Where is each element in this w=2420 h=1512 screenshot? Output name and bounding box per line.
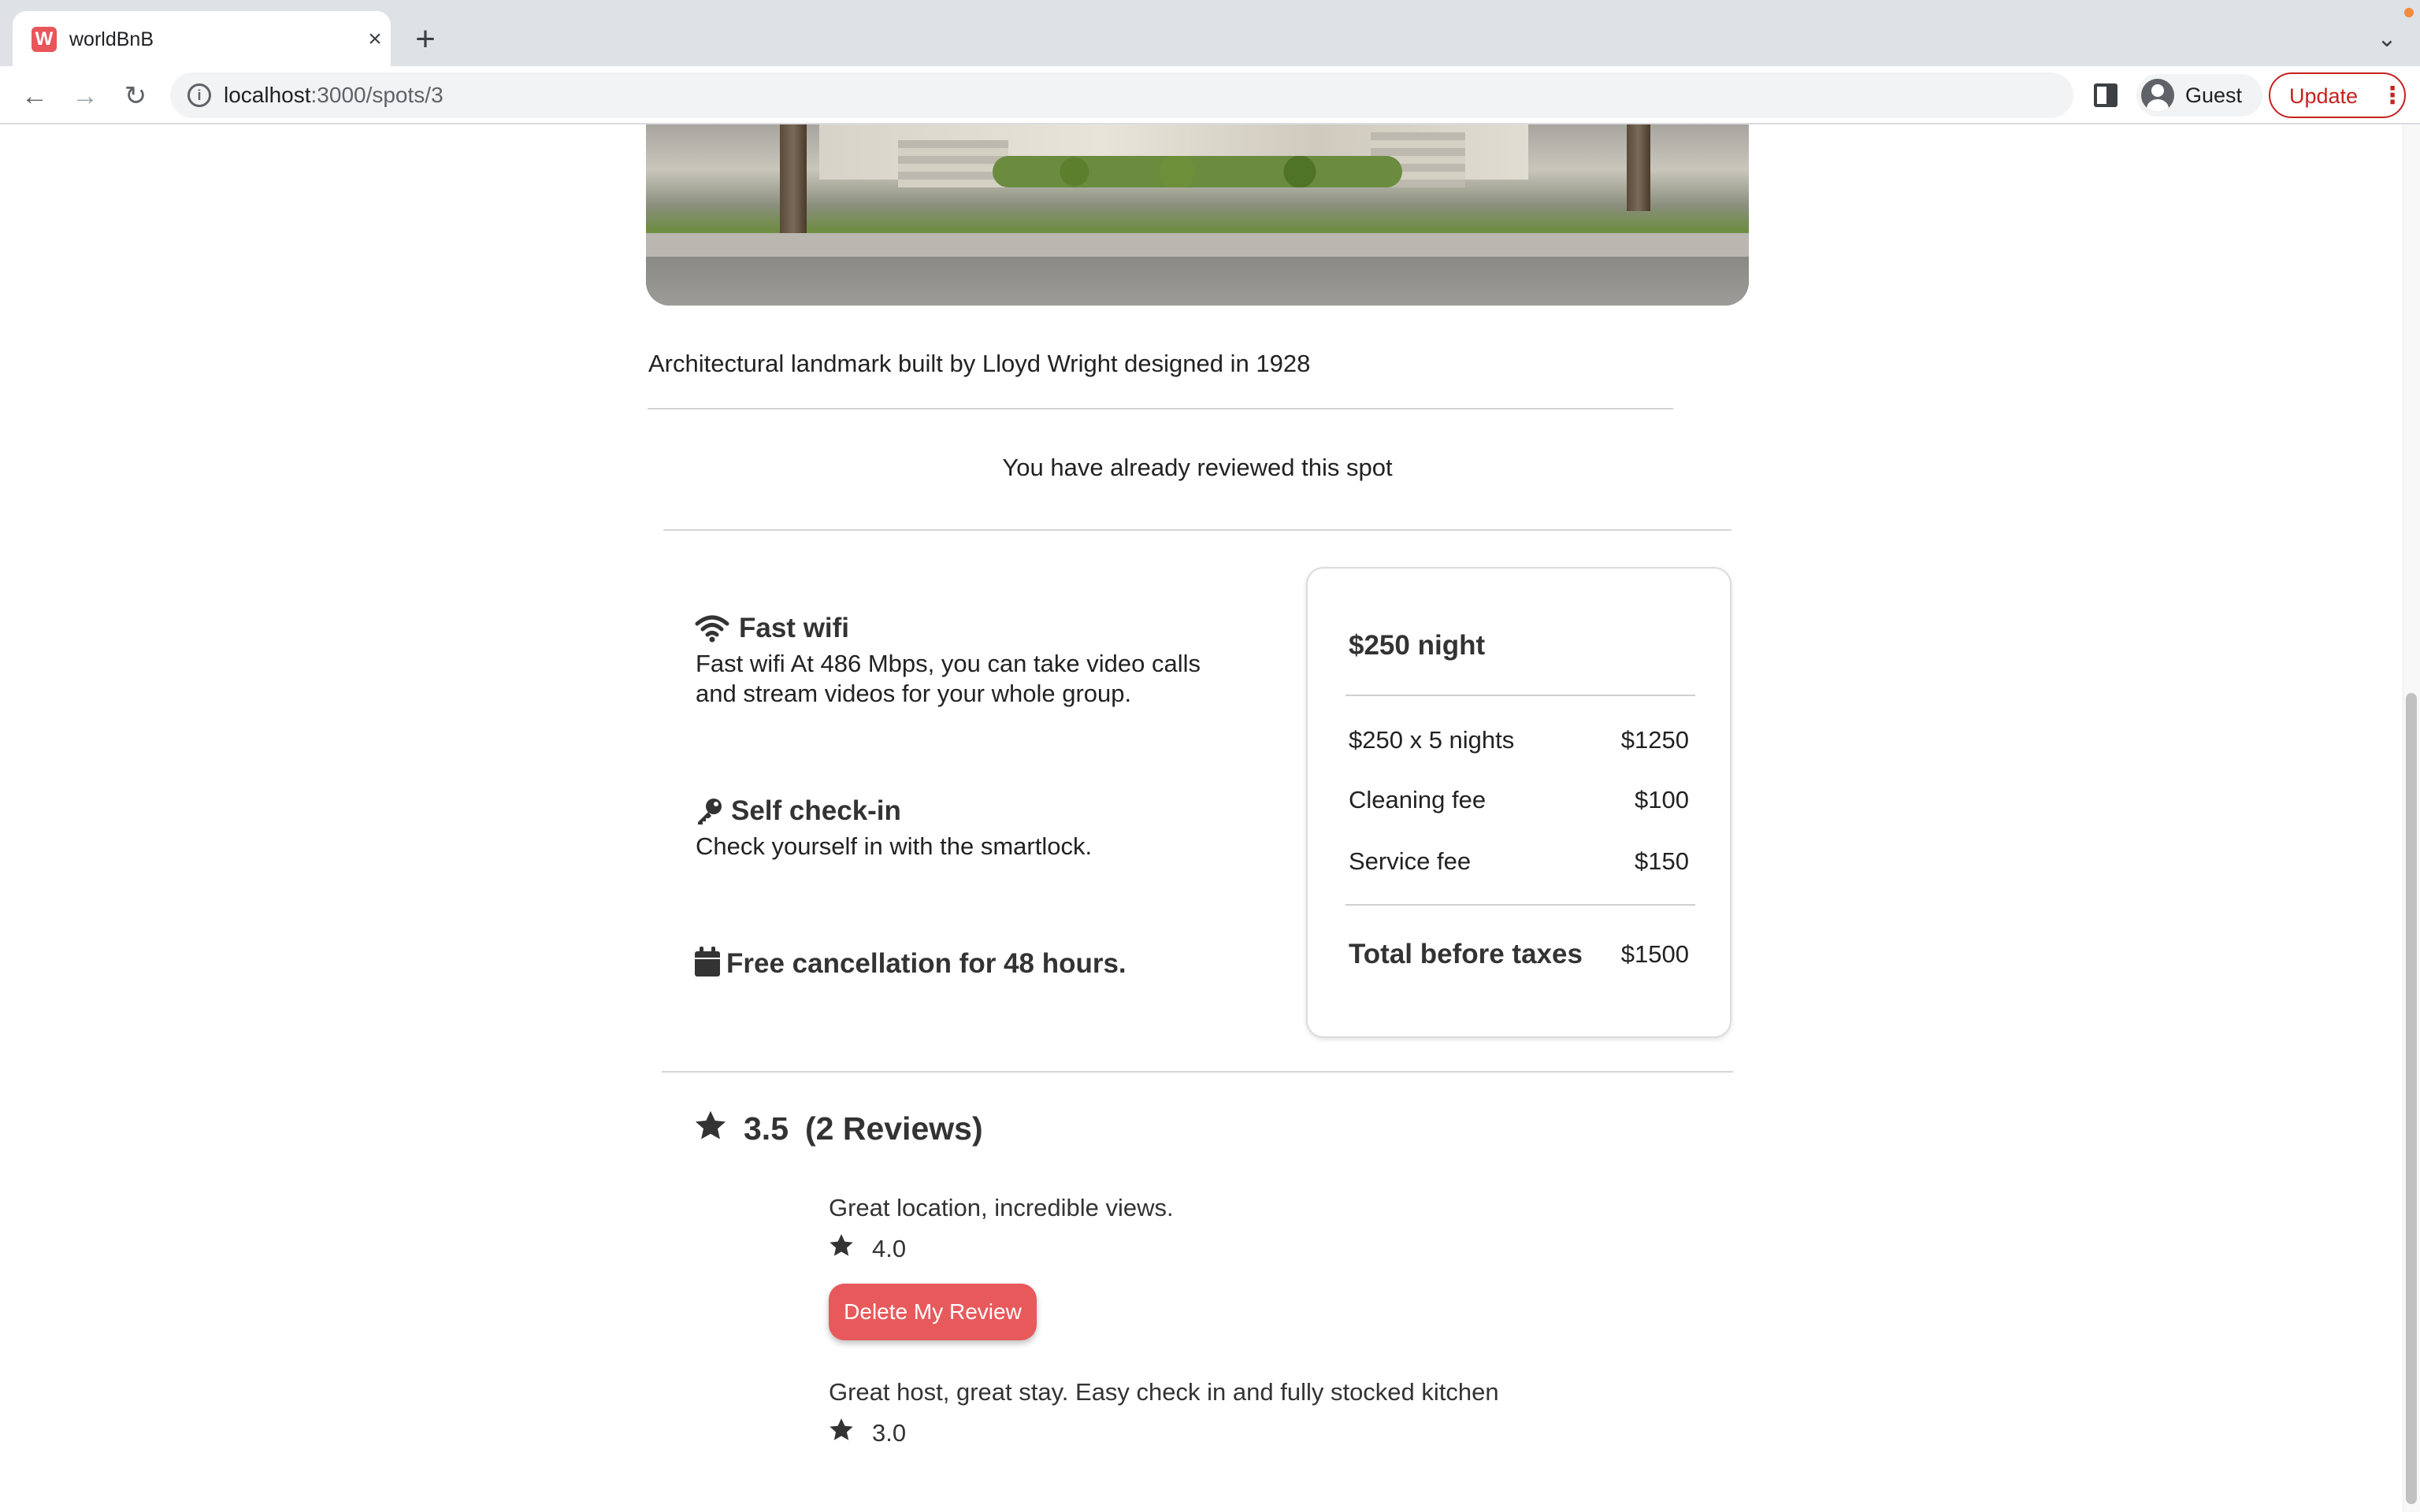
already-reviewed-message: You have already reviewed this spot xyxy=(1002,454,1393,481)
photo-hedge xyxy=(993,156,1402,187)
scrollbar-thumb[interactable] xyxy=(2406,693,2417,1504)
wifi-icon xyxy=(695,615,729,643)
price-per-night: $250 night xyxy=(1349,630,1486,661)
review-rating: 4.0 xyxy=(872,1235,907,1262)
review-text: Great location, incredible views. xyxy=(829,1194,1174,1221)
price-row-label: Cleaning fee xyxy=(1349,786,1487,813)
amenity-text-wifi: and stream videos for your whole group. xyxy=(696,680,1132,707)
price-row-value: $1250 xyxy=(1620,726,1689,754)
worldbnb-favicon-icon: W xyxy=(32,27,57,52)
site-info-icon[interactable]: i xyxy=(187,83,211,107)
more-menu-icon[interactable]: ⋮ xyxy=(2381,83,2404,109)
divider xyxy=(662,1071,1733,1073)
price-row-label: $250 x 5 nights xyxy=(1349,726,1515,754)
price-row-label: Service fee xyxy=(1349,847,1472,875)
spot-description: Architectural landmark built by Lloyd Wr… xyxy=(648,350,1311,377)
total-label: Total before taxes xyxy=(1349,939,1583,969)
browser-toolbar: ← → ↻ i localhost:3000/spots/3 Guest Upd… xyxy=(0,66,2420,124)
reload-icon[interactable]: ↻ xyxy=(118,79,153,113)
spot-photo xyxy=(646,124,1749,306)
divider xyxy=(648,408,1673,410)
notification-dot xyxy=(2404,8,2414,17)
average-rating: 3.5 xyxy=(744,1110,789,1147)
price-row-value: $150 xyxy=(1635,847,1689,875)
photo-tree-trunk xyxy=(1627,124,1650,211)
tab-title: worldBnB xyxy=(69,28,154,50)
divider xyxy=(1345,904,1695,906)
profile-name: Guest xyxy=(2185,83,2243,107)
update-label: Update xyxy=(2289,84,2359,108)
divider xyxy=(663,529,1731,531)
tab-search-chevron-icon[interactable]: ⌄ xyxy=(2371,24,2403,55)
address-bar[interactable]: i localhost:3000/spots/3 xyxy=(170,72,2073,118)
profile-button[interactable]: Guest xyxy=(2136,74,2262,117)
amenity-title-checkin: Self check-in xyxy=(731,795,901,826)
calendar-icon xyxy=(695,947,720,976)
new-tab-icon[interactable]: + xyxy=(410,22,441,57)
review-text: Great host, great stay. Easy check in an… xyxy=(829,1378,1499,1406)
photo-street xyxy=(646,257,1749,306)
amenity-title-wifi: Fast wifi xyxy=(739,613,850,643)
side-panel-icon[interactable] xyxy=(2094,83,2118,107)
amenity-text-checkin: Check yourself in with the smartlock. xyxy=(696,832,1093,860)
amenity-title-cancellation: Free cancellation for 48 hours. xyxy=(726,948,1126,979)
browser-tab[interactable]: W worldBnB × xyxy=(13,11,391,66)
update-button[interactable]: Update ⋮ xyxy=(2269,72,2406,118)
url-host: localhost xyxy=(224,83,311,107)
amenity-text-wifi: Fast wifi At 486 Mbps, you can take vide… xyxy=(696,650,1201,677)
photo-steps xyxy=(898,140,1008,187)
divider xyxy=(1345,695,1695,696)
url-text: localhost:3000/spots/3 xyxy=(224,83,444,108)
url-path: :3000/spots/3 xyxy=(310,83,444,107)
page-viewport: Architectural landmark built by Lloyd Wr… xyxy=(0,124,2420,1512)
star-icon xyxy=(830,1234,853,1256)
photo-tree-trunk xyxy=(780,124,807,243)
back-arrow-icon[interactable]: ← xyxy=(17,79,52,113)
photo-sidewalk xyxy=(646,233,1749,257)
forward-arrow-icon[interactable]: → xyxy=(68,79,102,113)
review-count: (2 Reviews) xyxy=(805,1110,983,1147)
star-icon xyxy=(830,1418,853,1440)
avatar-icon xyxy=(2141,79,2174,112)
price-card: $250 night $250 x 5 nights $1250 Cleanin… xyxy=(1306,567,1731,1038)
star-icon xyxy=(695,1110,726,1140)
review-rating: 3.0 xyxy=(872,1419,907,1447)
close-tab-icon[interactable]: × xyxy=(362,27,388,52)
price-row-value: $100 xyxy=(1635,786,1689,813)
total-value: $1500 xyxy=(1620,940,1689,968)
key-icon xyxy=(698,799,722,825)
browser-tabstrip: W worldBnB × + ⌄ xyxy=(0,0,2420,66)
delete-review-button[interactable]: Delete My Review xyxy=(829,1284,1037,1340)
